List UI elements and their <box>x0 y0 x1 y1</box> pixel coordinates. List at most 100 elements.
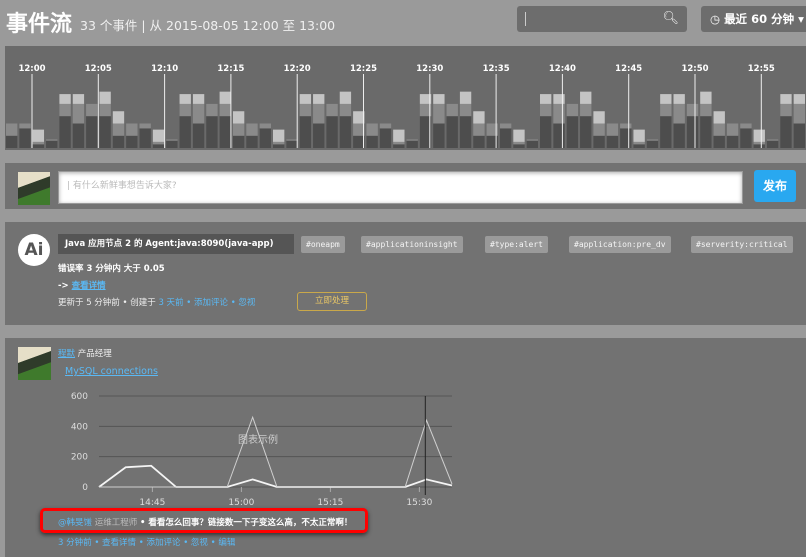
y-tick-label: 400 <box>71 422 88 432</box>
timeline-bar-segment <box>793 103 805 124</box>
timeline-bar-segment <box>713 135 725 148</box>
search-icon[interactable]: 🔍︎ <box>662 11 679 26</box>
action-link[interactable]: 添加评论 <box>146 538 180 548</box>
timeline-bar-segment <box>553 94 565 104</box>
timeline-bar-segment <box>46 139 58 141</box>
timeline-bar-segment <box>700 91 712 104</box>
timeline-bar-segment <box>660 103 672 117</box>
timeline-bar-segment <box>6 135 18 148</box>
timeline-bar-segment <box>753 141 765 145</box>
meta-text: 更新于 5 分钟前 • 创建于 <box>58 298 156 308</box>
timeline-bar-segment <box>406 139 418 141</box>
timeline-bar-segment <box>179 116 191 148</box>
timeline-bar-segment <box>72 94 85 104</box>
tag[interactable]: #oneapm <box>301 236 345 253</box>
post-input[interactable]: | 有什么新鲜事想告诉大家? <box>58 171 743 204</box>
timeline-bar-segment <box>86 116 98 148</box>
timeline-label: 12:25 <box>350 64 377 74</box>
timeline-bar-segment <box>339 103 352 117</box>
timeline-bar-segment <box>660 116 672 148</box>
details-link[interactable]: 查看详情 <box>72 281 106 291</box>
timeline-bar-segment <box>379 128 392 148</box>
timeline-bar-segment <box>740 128 752 148</box>
timeline-bar-segment <box>433 123 445 148</box>
timeline-bar-segment <box>513 141 525 145</box>
action-link[interactable]: 忽视 <box>191 538 208 548</box>
timeline-bar-segment <box>59 94 71 104</box>
timeline-bar-segment <box>393 144 405 148</box>
timeline-bar-segment <box>273 129 285 142</box>
event-timeline[interactable]: 12:00 12:05 12:10 12:15 12:20 12:25 12:30 12:35… <box>5 46 806 150</box>
timeline-bar-segment <box>192 103 205 124</box>
search-input[interactable]: 🔍︎ <box>517 6 687 32</box>
timeline-bar-segment <box>553 103 565 124</box>
tag[interactable]: #type:alert <box>485 236 548 253</box>
page-title: 事件流 <box>6 12 73 37</box>
timeline-bar-segment <box>86 103 98 117</box>
timeline-bar-segment <box>740 123 752 129</box>
timeline-bar-segment <box>580 116 592 148</box>
handle-now-button[interactable]: 立即处理 <box>297 292 367 311</box>
avatar <box>18 172 50 205</box>
timeline-bar-segment <box>299 94 312 104</box>
timeline-bar-segment <box>206 103 218 117</box>
timeline-bar-segment <box>273 144 285 148</box>
action-link[interactable]: 编辑 <box>218 538 235 548</box>
timeline-bar-segment <box>566 103 579 117</box>
timeline-bar-segment <box>313 94 325 104</box>
timeline-bar-segment <box>459 103 472 117</box>
chart-link[interactable]: MySQL connections <box>65 366 158 377</box>
timeline-bar-segment <box>620 123 632 129</box>
y-tick-label: 0 <box>82 483 88 493</box>
tag[interactable]: #serverity:critical <box>691 236 793 253</box>
timeline-label: 12:20 <box>284 64 311 74</box>
timeline-bar-segment <box>526 139 538 141</box>
timeline-bar-segment <box>793 123 805 148</box>
timeline-bar-segment <box>59 103 71 117</box>
mysql-connections-chart: 0 200 400 600 14:45 15:00 15:15 15:30 图表示例 <box>71 392 453 506</box>
timeline-bar-segment <box>152 144 165 148</box>
mention-link[interactable]: @韩旻馐 <box>58 518 92 528</box>
timeline-bar-segment <box>553 123 565 148</box>
action-link[interactable]: 3 分钟前 <box>58 538 92 548</box>
timeline-bar-segment <box>286 139 298 141</box>
timeline-bar-segment <box>446 116 458 148</box>
created-link[interactable]: 3 天前 <box>158 298 183 308</box>
timeline-bar-segment <box>232 111 245 124</box>
series-line-2 <box>99 415 453 488</box>
timeline-label: 12:45 <box>615 64 642 74</box>
timeline-bar-segment <box>686 116 699 148</box>
timeline-bar-segment <box>633 129 645 142</box>
tag[interactable]: #application:pre_dv <box>569 236 671 253</box>
timeline-bar-segment <box>259 128 271 148</box>
avatar: Ai <box>18 234 50 266</box>
tag[interactable]: #applicationinsight <box>361 236 463 253</box>
time-range-dropdown[interactable]: ◷ 最近 60 分钟 ▾ <box>701 6 806 32</box>
timeline-bar-segment <box>593 123 605 136</box>
timeline-bar-segment <box>112 111 125 124</box>
add-comment-link[interactable]: 添加评论 <box>194 298 228 308</box>
timeline-bar-segment <box>713 123 725 136</box>
timeline-bar-segment <box>780 103 792 117</box>
publish-button[interactable]: 发布 <box>754 170 796 202</box>
timeline-bar-segment <box>379 123 392 129</box>
timeline-bar-segment <box>459 91 472 104</box>
timeline-bar-segment <box>780 116 792 148</box>
y-tick-label: 600 <box>71 392 88 402</box>
timeline-bar-segment <box>540 116 552 148</box>
timeline-bar-segment <box>593 111 605 124</box>
author-link[interactable]: 程默 <box>58 349 75 359</box>
action-link[interactable]: 查看详情 <box>102 538 136 548</box>
timeline-bar-segment <box>206 116 218 148</box>
ignore-link[interactable]: 忽视 <box>238 298 255 308</box>
timeline-bar-segment <box>126 123 138 136</box>
timeline-bar-segment <box>246 123 258 136</box>
chevron-down-icon: ▾ <box>798 12 804 26</box>
x-tick-label: 15:15 <box>317 498 343 506</box>
comment-role: 运维工程师 <box>94 518 138 528</box>
timeline-bar-segment <box>192 123 205 148</box>
timeline-bar-segment <box>646 139 659 141</box>
timeline-bar-segment <box>433 103 445 124</box>
timeline-bar-segment <box>459 116 472 148</box>
chart-legend: 图表示例 <box>238 433 278 446</box>
